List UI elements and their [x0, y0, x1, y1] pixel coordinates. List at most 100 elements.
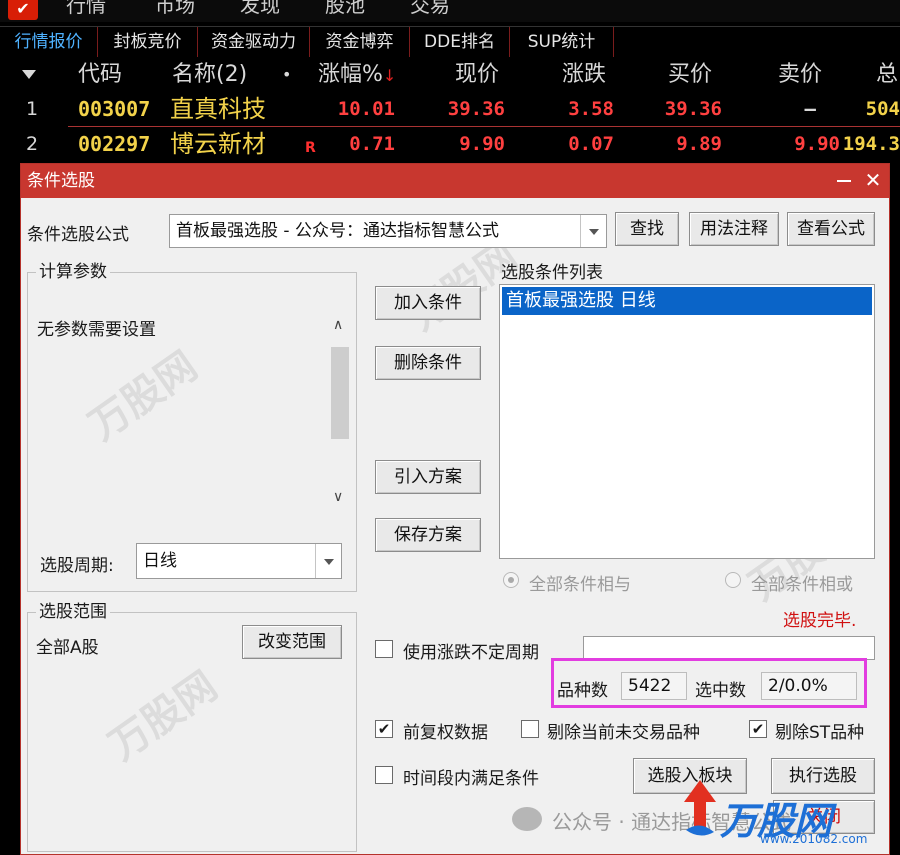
radio-all-or-label: 全部条件相或	[751, 575, 853, 595]
sort-caret-icon[interactable]	[22, 70, 36, 79]
remove-st-label: 剔除ST品种	[775, 723, 865, 743]
list-item[interactable]: 首板最强选股 日线	[502, 287, 872, 315]
uncertain-period-label: 使用涨跌不定周期	[403, 643, 539, 663]
view-formula-button[interactable]: 查看公式	[787, 212, 875, 246]
bid-value: 39.36	[664, 98, 722, 120]
tab-dde-rank[interactable]: DDE排名	[410, 27, 510, 57]
row-number: 2	[26, 133, 39, 155]
price-value: 39.36	[447, 98, 505, 120]
wechat-icon	[512, 807, 542, 831]
col-header-bid[interactable]: 买价	[668, 58, 712, 92]
total-value: 504	[865, 98, 900, 120]
usage-notes-button[interactable]: 用法注释	[689, 212, 779, 246]
col-header-price[interactable]: 现价	[455, 58, 499, 92]
uncertain-period-field[interactable]	[583, 636, 875, 660]
price-value: 9.90	[459, 133, 505, 155]
count-label: 品种数	[557, 681, 608, 701]
scroll-thumb[interactable]	[331, 347, 349, 439]
period-dropdown-button[interactable]	[315, 544, 341, 578]
find-button[interactable]: 查找	[615, 212, 679, 246]
stock-code: 003007	[78, 97, 151, 121]
ask-value: –	[804, 98, 816, 120]
period-select[interactable]: 日线	[136, 543, 342, 579]
period-value: 日线	[143, 551, 177, 571]
col-header-name[interactable]: 名称(2)	[172, 58, 247, 92]
delete-condition-button[interactable]: 删除条件	[375, 346, 481, 380]
ask-value: 9.90	[794, 133, 840, 155]
col-header-change[interactable]: 涨跌	[562, 58, 606, 92]
stock-flag: R	[305, 140, 316, 156]
menu-item-trade[interactable]: 交易	[410, 0, 450, 18]
menu-item-quotes[interactable]: 行情	[66, 0, 106, 18]
scroll-down-icon[interactable]: ∨	[333, 489, 343, 505]
menu-item-market[interactable]: 市场	[155, 0, 195, 18]
stock-code: 002297	[78, 132, 151, 156]
menubar: ✔ 行情 市场 发现 股池 交易	[0, 0, 900, 22]
radio-all-or[interactable]	[725, 572, 741, 588]
dialog-titlebar[interactable]: 条件选股 ✕	[21, 164, 889, 198]
range-value: 全部A股	[36, 638, 99, 658]
remove-st-checkbox[interactable]: ✔	[749, 720, 767, 738]
formula-value: 首板最强选股 - 公众号：通达指标智慧公式	[176, 221, 499, 241]
tab-sup-stats[interactable]: SUP统计	[510, 27, 614, 57]
status-text: 选股完毕.	[783, 611, 857, 631]
change-pct-value: 10.01	[337, 98, 395, 120]
remove-untraded-checkbox[interactable]	[521, 720, 539, 738]
menu-item-discover[interactable]: 发现	[240, 0, 280, 18]
sort-desc-icon: ↓	[382, 66, 397, 85]
col-header-ask[interactable]: 卖价	[778, 58, 822, 92]
change-pct-value: 0.71	[349, 133, 395, 155]
change-range-button[interactable]: 改变范围	[242, 625, 342, 659]
save-scheme-button[interactable]: 保存方案	[375, 518, 481, 552]
row-number: 1	[26, 98, 39, 120]
col-header-dot: •	[282, 65, 292, 84]
add-condition-button[interactable]: 加入条件	[375, 286, 481, 320]
formula-label: 条件选股公式	[27, 225, 129, 245]
stock-name: 直真科技	[170, 95, 266, 123]
formula-dropdown-button[interactable]	[580, 215, 606, 247]
remove-untraded-label: 剔除当前未交易品种	[547, 723, 700, 743]
table-row[interactable]: 1 003007 直真科技 10.01 39.36 3.58 39.36 – 5…	[0, 92, 900, 126]
execute-selection-button[interactable]: 执行选股	[771, 758, 875, 794]
period-label: 选股周期:	[40, 556, 114, 576]
menu-item-stock-pool[interactable]: 股池	[325, 0, 365, 18]
tab-fund-drive[interactable]: 资金驱动力	[198, 27, 310, 57]
count-field: 5422	[621, 672, 687, 700]
prev-adjust-checkbox[interactable]: ✔	[375, 720, 393, 738]
col-header-total[interactable]: 总	[876, 58, 898, 92]
condition-list[interactable]: 首板最强选股 日线	[499, 284, 875, 559]
tabbar: 行情报价 封板竞价 资金驱动力 资金博弈 DDE排名 SUP统计	[0, 26, 900, 57]
uncertain-period-checkbox[interactable]	[375, 640, 393, 658]
brand-logo-icon	[684, 780, 716, 836]
chevron-down-icon	[589, 229, 599, 235]
tab-quotes[interactable]: 行情报价	[0, 27, 98, 57]
time-range-checkbox[interactable]	[375, 766, 393, 784]
radio-all-and-label: 全部条件相与	[529, 575, 631, 595]
selected-label: 选中数	[695, 681, 746, 701]
params-text: 无参数需要设置	[37, 320, 156, 340]
change-value: 3.58	[568, 98, 614, 120]
import-scheme-button[interactable]: 引入方案	[375, 460, 481, 494]
table-row[interactable]: 2 002297 博云新材 R 0.71 9.90 0.07 9.89 9.90…	[0, 127, 900, 161]
col-header-code[interactable]: 代码	[78, 58, 122, 92]
col-header-change-pct[interactable]: 涨幅%↓	[318, 58, 396, 92]
formula-select[interactable]: 首板最强选股 - 公众号：通达指标智慧公式	[169, 214, 607, 248]
close-icon[interactable]: ✕	[863, 170, 883, 190]
change-value: 0.07	[568, 133, 614, 155]
radio-all-and[interactable]	[503, 572, 519, 588]
brand-url: www.201082.com	[760, 832, 868, 846]
tab-limit-auction[interactable]: 封板竞价	[98, 27, 198, 57]
tab-fund-game[interactable]: 资金博弈	[310, 27, 410, 57]
condition-list-title: 选股条件列表	[501, 263, 603, 283]
range-groupbox: 选股范围 全部A股 改变范围	[27, 602, 357, 852]
prev-adjust-label: 前复权数据	[403, 723, 488, 743]
quote-grid-header: 代码 名称(2) • 涨幅%↓ 现价 涨跌 买价 卖价 总	[0, 58, 900, 92]
condition-stock-picker-dialog: 条件选股 ✕ 万股网 万股网 万股网 万股网 万股网 条件选股公式 首板最强选股…	[20, 163, 890, 855]
scroll-up-icon[interactable]: ∧	[333, 317, 343, 333]
stock-name: 博云新材	[170, 130, 266, 158]
minimize-icon[interactable]	[837, 180, 851, 182]
app-logo-icon[interactable]: ✔	[8, 0, 38, 20]
total-value: 194.3	[842, 133, 900, 155]
col-header-change-pct-label: 涨幅%	[318, 62, 383, 87]
params-scrollbar[interactable]: ∧ ∨	[328, 311, 352, 509]
